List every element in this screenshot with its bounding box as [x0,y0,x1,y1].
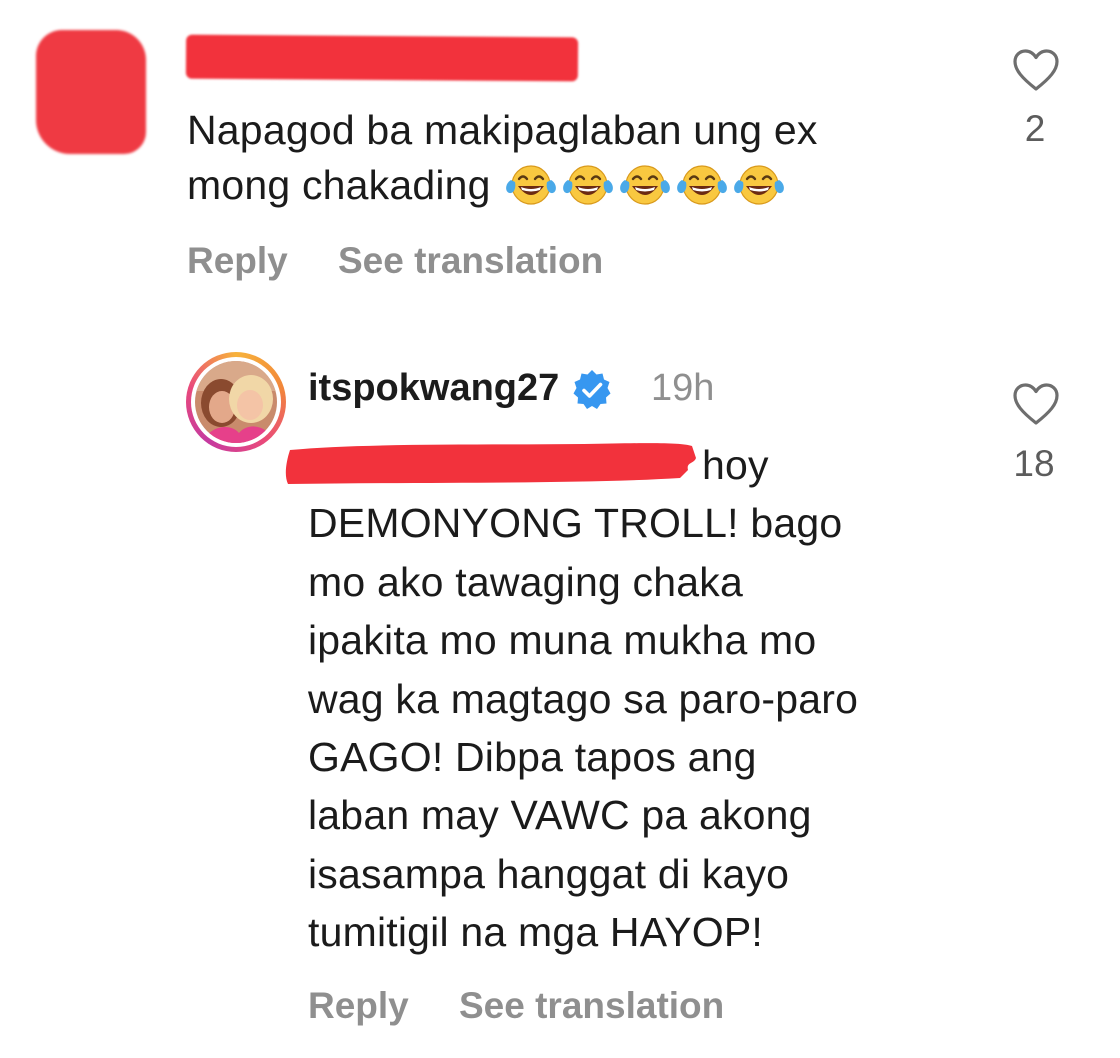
reply-text-line: laban may VAWC pa akong [308,786,1008,844]
comment-text: Napagod ba makipaglaban ung ex mong chak… [187,103,987,213]
reply-text-line: wag ka magtago sa paro-paro [308,670,1008,728]
reply-text-line-words: mo ako tawaging chaka [308,558,743,605]
see-translation-button[interactable]: See translation [338,240,603,282]
comment-text-line-2-words: mong chakading [187,162,491,208]
laughing-emoji-icon [505,165,556,205]
reply-text-line: mo ako tawaging chaka [308,553,1008,611]
reply-text-line-words: isasampa hanggat di kayo [308,850,790,897]
reply-text-line: GAGO! Dibpa tapos ang [308,728,1008,786]
reply-text-line-words: hoy [702,442,769,488]
heart-outline-icon[interactable] [1012,48,1060,92]
avatar-photo [195,361,277,443]
reply-button[interactable]: Reply [308,985,409,1027]
reply-username[interactable]: itspokwang27 [308,367,559,410]
laughing-emoji-icon [733,165,784,205]
reply-text-line: tumitigil na mga HAYOP! [308,903,1008,961]
reply-text-line: ipakita mo muna mukha mo [308,611,1008,669]
reply-text-line-words: laban may VAWC pa akong [308,792,812,839]
reply-text: hoy DEMONYONG TROLL! bago mo ako tawaging … [308,436,1008,962]
reply-text-line-words: GAGO! Dibpa tapos ang [308,734,757,781]
see-translation-button[interactable]: See translation [459,985,724,1027]
reply-text-line-words: DEMONYONG TROLL! bago [308,500,843,547]
reply-text-line: DEMONYONG TROLL! bago [308,494,1008,552]
avatar [195,361,277,443]
redacted-username [185,34,579,82]
reply-text-line-words: wag ka magtago sa paro-paro [308,675,859,722]
avatar-story-ring[interactable] [186,352,286,452]
heart-outline-icon[interactable] [1012,382,1060,426]
reply-text-line-words: ipakita mo muna mukha mo [308,617,817,664]
laughing-emoji-icon [676,165,727,205]
laughing-emoji-row [503,160,787,208]
avatar-ring-gap [191,357,281,447]
reply-button[interactable]: Reply [187,240,288,282]
laughing-emoji-icon [619,165,670,205]
redacted-avatar [36,30,146,154]
reply-text-line: hoy [308,436,1008,494]
verified-badge-icon [573,370,611,409]
comment-text-line-2: mong chakading [187,158,987,213]
reply-text-line: isasampa hanggat di kayo [308,845,1008,903]
like-count: 18 [1013,443,1055,484]
like-count: 2 [1024,108,1046,149]
comment-text-line-1: Napagod ba makipaglaban ung ex [187,107,818,153]
laughing-emoji-icon [562,165,613,205]
reply-text-line-words: tumitigil na mga HAYOP! [308,909,763,956]
reply-timestamp: 19h [651,367,715,409]
